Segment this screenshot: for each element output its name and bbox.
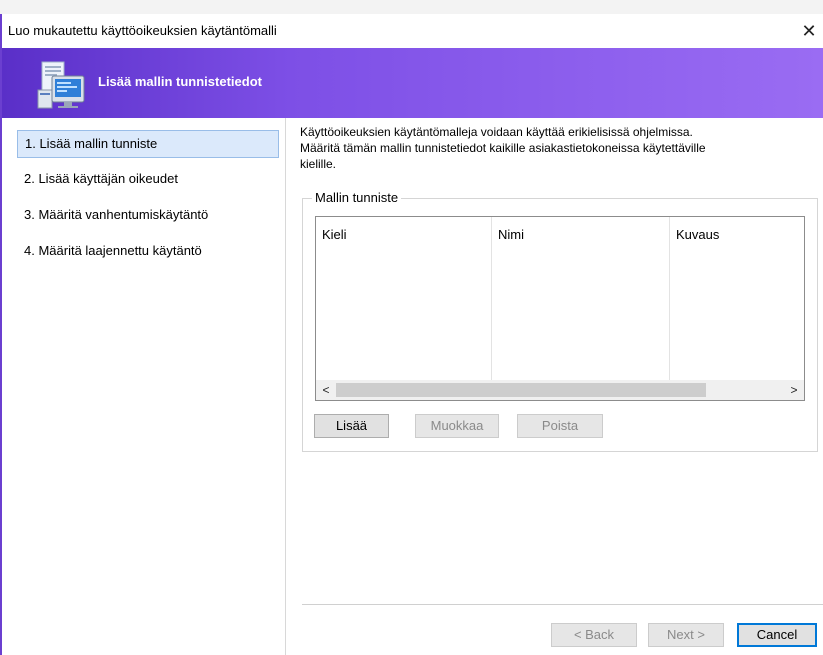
back-button[interactable]: < Back xyxy=(551,623,637,647)
scroll-thumb[interactable] xyxy=(336,383,706,397)
top-gap xyxy=(0,0,823,14)
column-name: Nimi xyxy=(492,217,670,381)
step-add-template-identifier[interactable]: 1. Lisää mallin tunniste xyxy=(17,130,279,158)
banner-title: Lisää mallin tunnistetiedot xyxy=(98,74,262,89)
intro-line-3: kielille. xyxy=(300,157,337,171)
intro-line-2: Määritä tämän mallin tunnistetiedot kaik… xyxy=(300,141,706,155)
column-header-description[interactable]: Kuvaus xyxy=(676,227,719,242)
wizard-content: Käyttöoikeuksien käytäntömalleja voidaan… xyxy=(287,118,823,655)
next-button[interactable]: Next > xyxy=(648,623,724,647)
scroll-left-icon[interactable]: < xyxy=(316,380,336,400)
column-language: Kieli xyxy=(316,217,492,381)
wizard-banner: Lisää mallin tunnistetiedot xyxy=(2,48,823,118)
step-add-user-rights[interactable]: 2. Lisää käyttäjän oikeudet xyxy=(17,166,279,194)
wizard-steps-sidebar: 1. Lisää mallin tunniste 2. Lisää käyttä… xyxy=(2,118,286,655)
add-button[interactable]: Lisää xyxy=(314,414,389,438)
remove-button[interactable]: Poista xyxy=(517,414,603,438)
step-extended-policy[interactable]: 4. Määritä laajennettu käytäntö xyxy=(17,238,279,266)
title-bar: Luo mukautettu käyttöoikeuksien käytäntö… xyxy=(2,14,823,48)
column-header-language[interactable]: Kieli xyxy=(322,227,347,242)
identifier-list[interactable]: Kieli Nimi Kuvaus < > xyxy=(315,216,805,401)
computer-document-icon xyxy=(37,61,85,109)
horizontal-scrollbar[interactable]: < > xyxy=(316,380,804,400)
column-header-name[interactable]: Nimi xyxy=(498,227,524,242)
edit-button[interactable]: Muokkaa xyxy=(415,414,499,438)
cancel-button[interactable]: Cancel xyxy=(737,623,817,647)
column-description: Kuvaus xyxy=(670,217,804,381)
close-icon[interactable]: ✕ xyxy=(795,16,823,46)
intro-line-1: Käyttöoikeuksien käytäntömalleja voidaan… xyxy=(300,125,693,139)
group-title: Mallin tunniste xyxy=(312,190,402,205)
footer-divider xyxy=(302,604,823,605)
step-expiration-policy[interactable]: 3. Määritä vanhentumiskäytäntö xyxy=(17,202,279,230)
intro-text: Käyttöoikeuksien käytäntömalleja voidaan… xyxy=(300,124,820,172)
scroll-right-icon[interactable]: > xyxy=(784,380,804,400)
window-title: Luo mukautettu käyttöoikeuksien käytäntö… xyxy=(8,23,277,38)
